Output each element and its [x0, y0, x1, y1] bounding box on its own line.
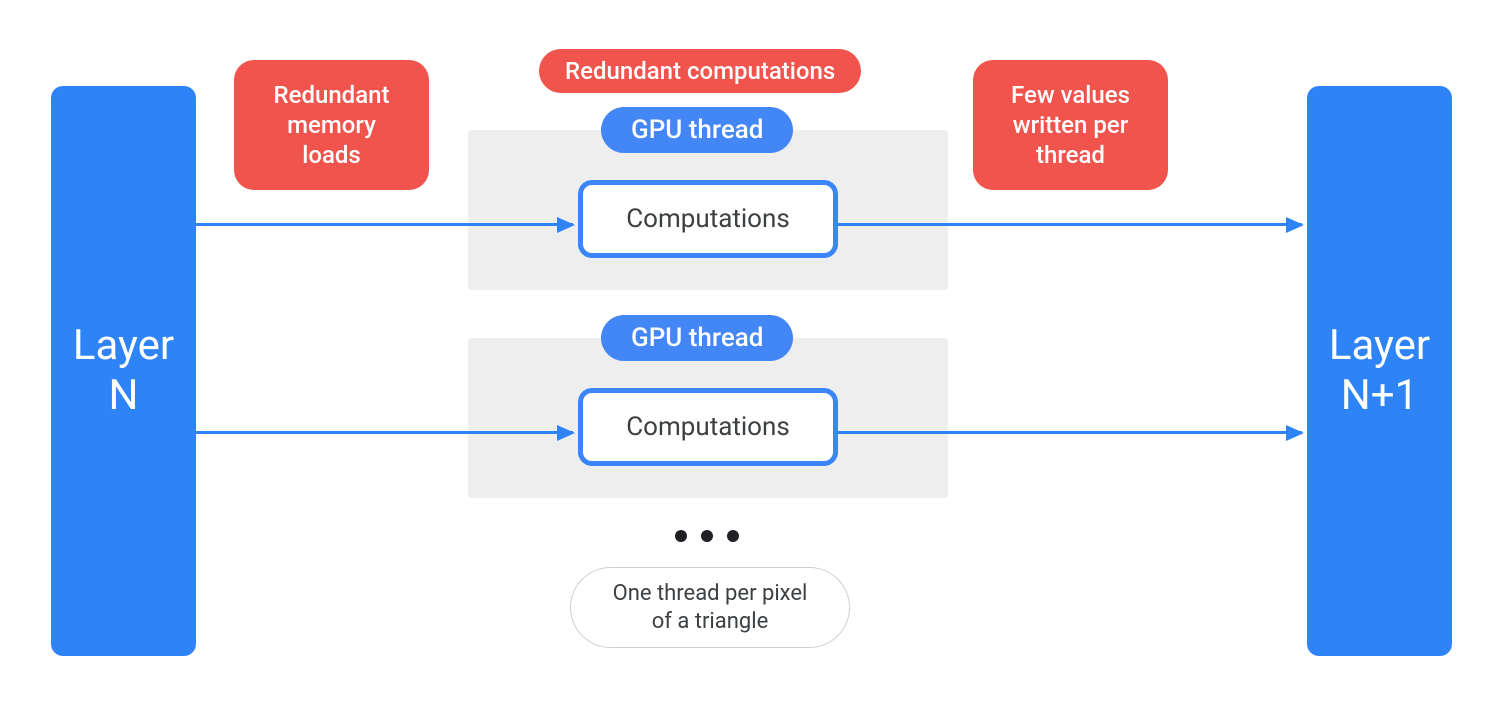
- layer-n-box: Layer N: [51, 86, 196, 656]
- rm-line1: Redundant: [273, 81, 389, 109]
- layer-n1-box: Layer N+1: [1307, 86, 1452, 656]
- thread2-comp-text: Computations: [626, 412, 790, 442]
- layer-n-line2: N: [109, 371, 139, 420]
- fv-line1: Few values: [1011, 81, 1130, 109]
- arrow-1-left: [196, 223, 573, 226]
- arrow-2-left: [196, 431, 573, 434]
- arrow-1-right: [838, 223, 1302, 226]
- footer-line1: One thread per pixel: [613, 581, 808, 606]
- redundant-computations-pill: Redundant computations: [539, 49, 861, 93]
- rm-line2: memory: [287, 111, 376, 139]
- thread1-comp-text: Computations: [626, 204, 790, 234]
- layer-n1-line2: N+1: [1341, 371, 1418, 420]
- footer-line2: of a triangle: [652, 609, 769, 634]
- fv-line3: thread: [1036, 141, 1105, 169]
- layer-n-line1: Layer: [73, 321, 174, 370]
- layer-n1-line1: Layer: [1329, 321, 1430, 370]
- redundant-memory-badge: Redundant memory loads: [234, 60, 429, 190]
- rm-line3: loads: [302, 141, 361, 169]
- rc-text: Redundant computations: [565, 57, 835, 85]
- arrow-2-right: [838, 431, 1302, 434]
- thread2-pill: GPU thread: [601, 315, 793, 361]
- ellipsis-icon: [675, 530, 739, 542]
- thread1-pill-text: GPU thread: [631, 115, 763, 145]
- fv-line2: written per: [1013, 111, 1128, 139]
- thread1-comp-box: Computations: [578, 180, 838, 258]
- thread1-pill: GPU thread: [601, 107, 793, 153]
- footer-pill: One thread per pixel of a triangle: [570, 567, 850, 648]
- few-values-badge: Few values written per thread: [973, 60, 1168, 190]
- thread2-comp-box: Computations: [578, 388, 838, 466]
- thread2-pill-text: GPU thread: [631, 323, 763, 353]
